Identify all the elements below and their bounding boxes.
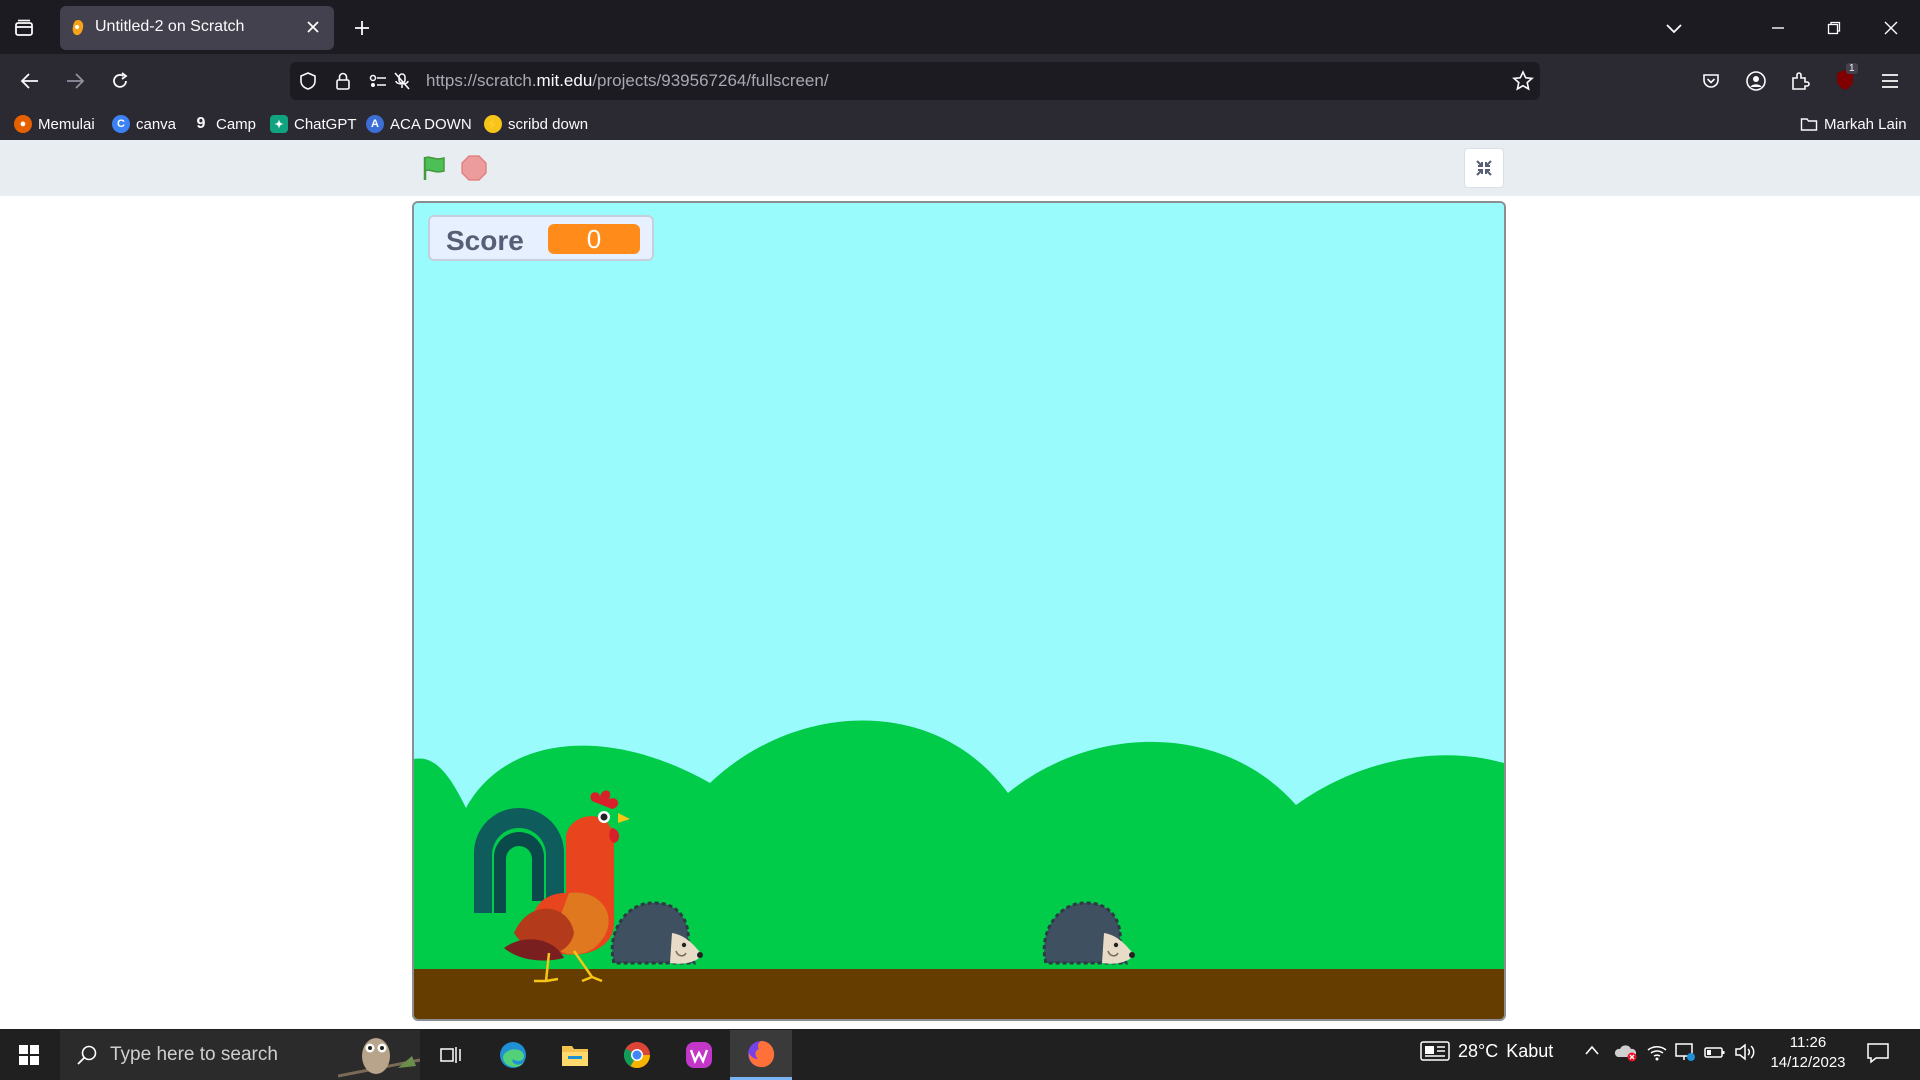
hedgehog-sprite[interactable] [1038,893,1138,973]
bookmark-aca-down[interactable]: A ACA DOWN [366,114,472,134]
other-bookmarks-folder[interactable]: Markah Lain [1800,114,1907,134]
bookmark-chatgpt[interactable]: ✦ ChatGPT [270,114,357,134]
back-arrow-icon[interactable] [16,67,44,95]
firefox-taskbar-icon[interactable] [730,1030,792,1080]
folder-icon [1800,116,1818,132]
exit-fullscreen-button[interactable] [1464,148,1504,188]
shield-icon[interactable] [298,71,318,91]
wps-office-icon[interactable] [668,1030,730,1080]
stop-sign-icon[interactable] [460,154,488,182]
account-icon[interactable] [1742,67,1770,95]
tab-list-chevron-icon[interactable] [1660,14,1688,42]
weather-news-icon [1420,1040,1450,1062]
score-monitor[interactable]: Score 0 [428,215,654,261]
exit-fullscreen-icon [1476,160,1492,176]
permissions-icon[interactable] [368,72,388,90]
scratch-stage[interactable]: Score 0 [412,201,1506,1021]
windows-logo-icon [19,1045,39,1065]
task-view-icon[interactable] [420,1030,482,1080]
close-tab-icon[interactable] [304,18,322,36]
firefox-icon: ● [14,115,32,133]
microphone-blocked-icon[interactable] [392,71,412,91]
clock-date: 14/12/2023 [1770,1054,1846,1071]
search-placeholder: Type here to search [110,1044,278,1065]
forward-arrow-icon[interactable] [61,67,89,95]
file-explorer-icon[interactable] [544,1030,606,1080]
weather-temperature: 28°C [1458,1040,1499,1061]
extensions-icon[interactable] [1786,67,1814,95]
clock-time: 11:26 [1789,1034,1827,1051]
url-text[interactable]: https://scratch.mit.edu/projects/9395672… [426,71,829,91]
start-button[interactable] [0,1030,58,1080]
clock[interactable]: 11:26 14/12/2023 [1766,1033,1850,1073]
score-value: 0 [548,224,640,254]
edge-icon[interactable] [482,1030,544,1080]
tab-title: Untitled-2 on Scratch [95,18,245,35]
new-tab-icon[interactable] [348,14,376,42]
extension-badge: 1 [1846,63,1858,74]
bookmark-memulai[interactable]: ● Memulai [14,114,95,134]
battery-icon[interactable] [1704,1044,1726,1060]
chrome-icon[interactable] [606,1030,668,1080]
tab-strip: Untitled-2 on Scratch [0,0,1920,54]
list-all-tabs-icon[interactable] [10,14,38,42]
bookmark-star-icon[interactable] [1512,70,1534,92]
network-icon[interactable] [1674,1042,1696,1062]
scratch-favicon-icon [70,19,86,37]
volume-icon[interactable] [1734,1042,1756,1062]
canva-icon: C [112,115,130,133]
green-flag-icon[interactable] [420,154,448,182]
tab-scratch[interactable]: Untitled-2 on Scratch [60,6,334,50]
lock-icon[interactable] [334,71,352,91]
score-label: Score [446,225,524,256]
scratch-stage-header [0,140,1920,196]
bookmark-canva[interactable]: C canva [112,114,176,134]
onedrive-error-icon[interactable] [1614,1042,1638,1062]
bookmark-scribd-down[interactable]: ⚡ scribd down [484,114,588,134]
restore-icon[interactable] [1820,14,1848,42]
hedgehog-sprite[interactable] [606,893,706,973]
scribd-icon: ⚡ [484,115,502,133]
taskbar-search-box[interactable]: Type here to search [60,1030,420,1080]
notification-center-icon[interactable] [1866,1042,1890,1064]
weather-description: Kabut [1506,1040,1554,1061]
pocket-icon[interactable] [1697,67,1725,95]
show-hidden-icons-chevron-icon[interactable] [1584,1044,1600,1056]
weather-widget[interactable]: 28°C Kabut [1420,1040,1553,1062]
ublock-extension-icon[interactable]: 1 [1830,63,1860,95]
camp-icon: 9 [196,115,206,132]
minimize-icon[interactable] [1764,14,1792,42]
search-icon [76,1044,98,1066]
url-bar[interactable]: https://scratch.mit.edu/projects/9395672… [290,62,1540,100]
aca-icon: A [366,115,384,133]
close-window-icon[interactable] [1877,14,1905,42]
bookmarks-toolbar: ● Memulai C canva 9 Camp ✦ ChatGPT A ACA… [0,108,1920,140]
reload-icon[interactable] [106,67,134,95]
bookmark-camp[interactable]: 9 Camp [192,114,256,134]
hamburger-menu-icon[interactable] [1876,67,1904,95]
wifi-icon[interactable] [1646,1042,1668,1062]
chatgpt-icon: ✦ [270,115,288,133]
search-highlight-owl-icon [338,1030,420,1080]
